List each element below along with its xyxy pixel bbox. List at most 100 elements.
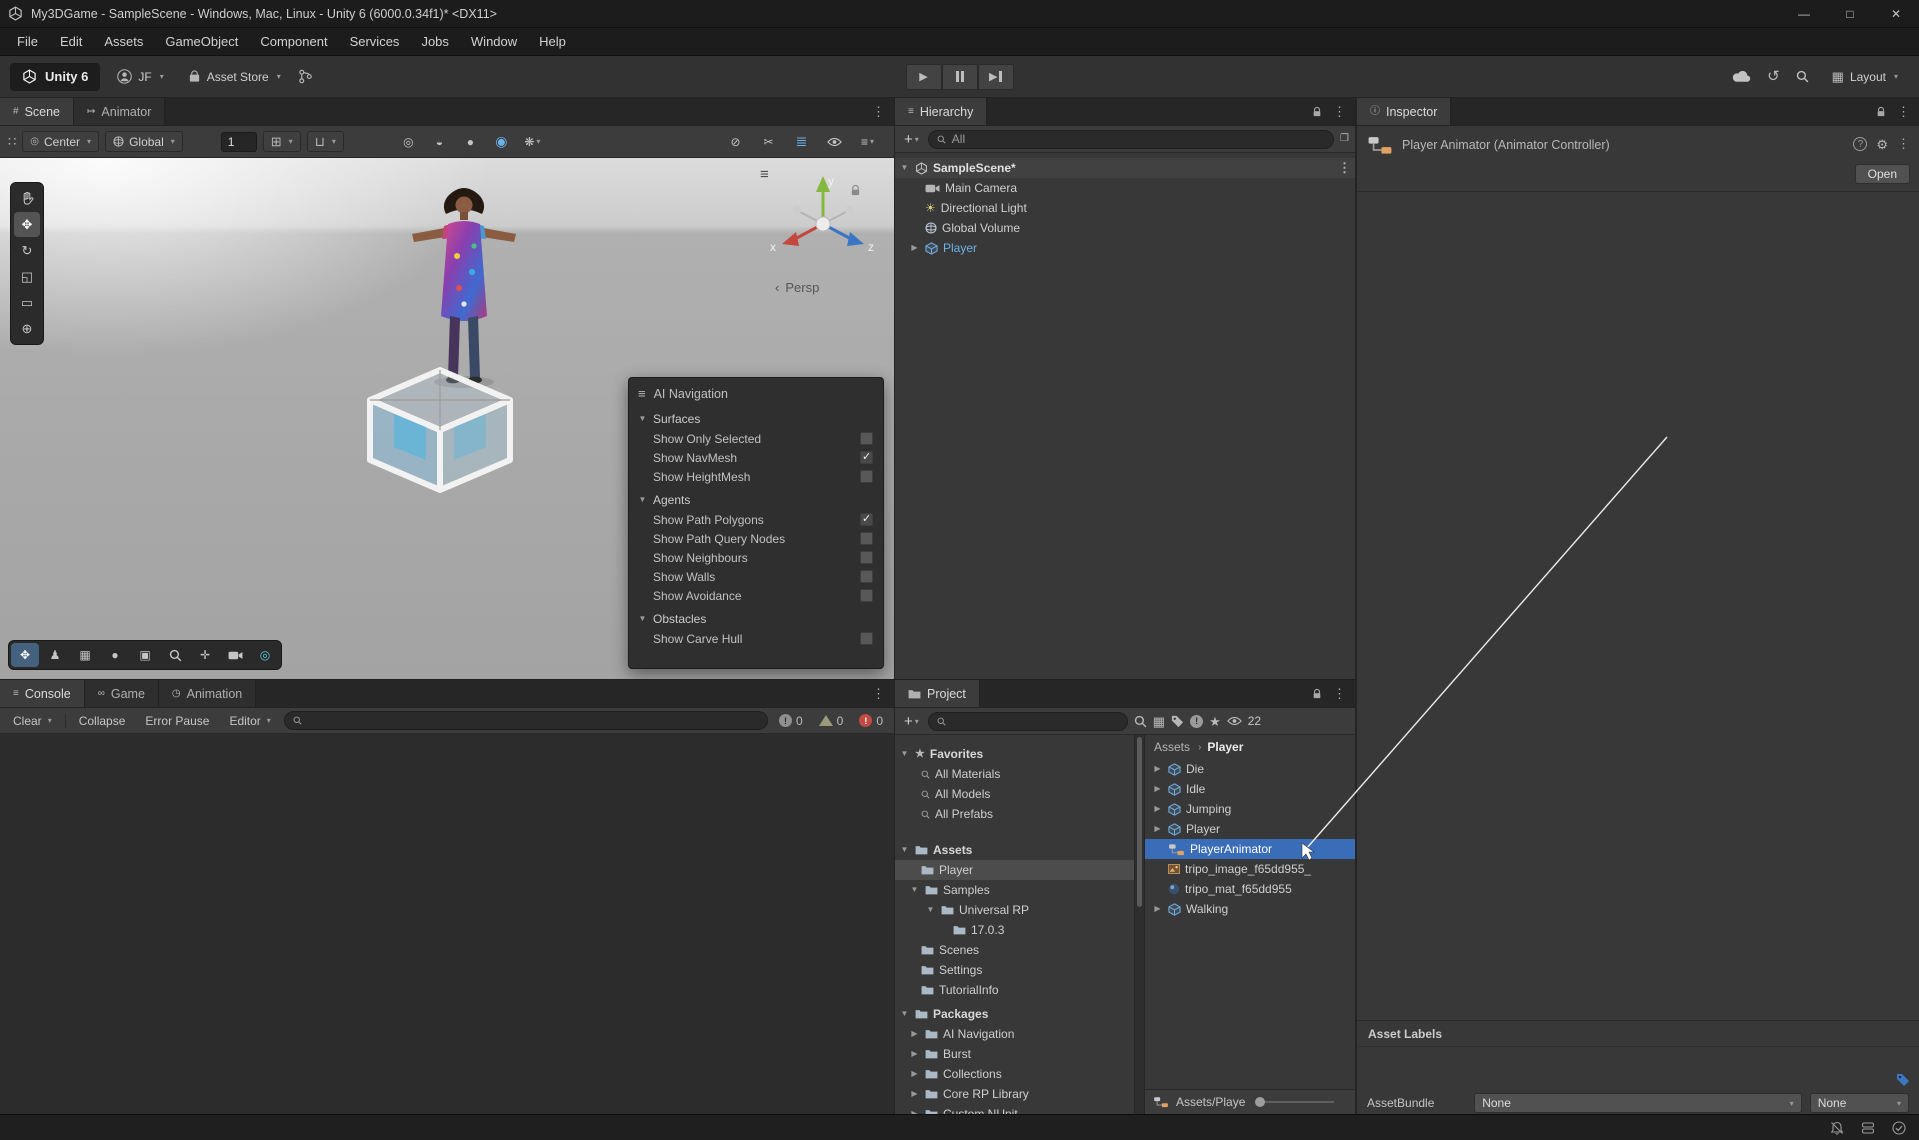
asset-row-walking[interactable]: ▶ Walking — [1145, 899, 1355, 919]
layout-dropdown[interactable]: ▦ Layout ▾ — [1825, 64, 1905, 90]
kebab-icon[interactable]: ⋮ — [872, 104, 885, 120]
asset-row-player[interactable]: ▶ Player — [1145, 819, 1355, 839]
overlay-header[interactable]: ≡ AI Navigation — [629, 382, 883, 405]
lock-icon[interactable] — [1312, 688, 1322, 700]
2d-mode-icon[interactable]: ● — [458, 131, 483, 152]
drag-handle-icon[interactable]: ≡ — [638, 387, 646, 400]
error-count-badge[interactable]: 0 — [854, 714, 888, 728]
menu-component[interactable]: Component — [249, 28, 338, 55]
foldout-icon[interactable] — [899, 164, 910, 172]
checkbox[interactable] — [860, 432, 873, 445]
audio-mute-icon[interactable]: ⊘ — [723, 131, 748, 152]
assetbundle-variant-dropdown[interactable]: None ▾ — [1809, 1093, 1910, 1113]
shading-mode-icon[interactable]: ◒ — [427, 131, 452, 152]
favorite-all-materials[interactable]: All Materials — [895, 764, 1134, 784]
checkbox[interactable] — [860, 450, 873, 464]
console-log-area[interactable] — [0, 734, 894, 1114]
menu-assets[interactable]: Assets — [93, 28, 154, 55]
asset-labels-header[interactable]: Asset Labels — [1357, 1021, 1919, 1047]
close-button[interactable]: ✕ — [1873, 0, 1919, 27]
package-ai-navigation[interactable]: AI Navigation — [895, 1024, 1134, 1044]
asset-row-idle[interactable]: ▶ Idle — [1145, 779, 1355, 799]
checkbox[interactable] — [860, 551, 873, 564]
asset-row-die[interactable]: ▶ Die — [1145, 759, 1355, 779]
menu-file[interactable]: File — [6, 28, 49, 55]
minimize-button[interactable]: — — [1781, 0, 1827, 27]
snap-settings-dropdown[interactable]: ⊔ ▾ — [306, 131, 344, 152]
kebab-icon[interactable]: ⋮ — [1897, 136, 1910, 152]
checkbox[interactable] — [860, 570, 873, 583]
folder-samples[interactable]: Samples — [895, 880, 1134, 900]
foldout-icon[interactable]: ▶ — [1152, 805, 1163, 813]
hierarchy-item-main-camera[interactable]: Main Camera — [895, 178, 1355, 198]
foldout-icon[interactable]: ▶ — [1152, 905, 1163, 913]
voxel-tool-button[interactable]: ▣ — [131, 643, 159, 667]
project-tree-scrollbar[interactable] — [1134, 735, 1145, 1114]
menu-edit[interactable]: Edit — [49, 28, 93, 55]
account-dropdown[interactable]: JF ▾ — [110, 64, 170, 90]
assets-root-row[interactable]: Assets — [895, 840, 1134, 860]
scale-tool-button[interactable]: ◱ — [14, 264, 40, 289]
presets-icon[interactable]: ⚙ — [1876, 138, 1888, 151]
lighting-toggle-icon[interactable]: ◉ — [489, 131, 514, 152]
clear-dropdown[interactable]: Clear ▾ — [6, 711, 59, 731]
foldout-icon[interactable] — [909, 886, 920, 894]
menu-help[interactable]: Help — [528, 28, 577, 55]
maximize-button[interactable]: □ — [1827, 0, 1873, 27]
pivot-mode-dropdown[interactable]: ◎ Center ▾ — [22, 131, 100, 152]
assetbundle-dropdown[interactable]: None ▾ — [1474, 1093, 1802, 1113]
layers-visibility-icon[interactable]: ≣ — [789, 131, 814, 152]
scene-options-icon[interactable]: ⋮ — [1338, 160, 1351, 176]
orientation-gizmo[interactable]: y x z — [766, 172, 878, 274]
snap-tool-button[interactable]: ✛ — [191, 643, 219, 667]
info-count-badge[interactable]: 0 — [774, 714, 808, 728]
breadcrumb-root[interactable]: Assets — [1154, 740, 1190, 754]
tab-console[interactable]: ≡ Console — [0, 680, 85, 707]
folder-universal-rp[interactable]: Universal RP — [895, 900, 1134, 920]
folder-tutorialinfo[interactable]: TutorialInfo — [895, 980, 1134, 1000]
overlay-menu-icon[interactable]: ≡ — [760, 166, 769, 183]
foldout-icon[interactable] — [909, 244, 920, 252]
help-icon[interactable] — [1853, 137, 1868, 151]
tab-animator[interactable]: ↦ Animator — [74, 98, 166, 125]
open-button[interactable]: Open — [1854, 164, 1910, 184]
foldout-icon[interactable] — [899, 750, 910, 758]
pause-button[interactable] — [941, 63, 978, 90]
cut-overlay-icon[interactable]: ✂ — [756, 131, 781, 152]
foldout-icon[interactable]: ▶ — [1152, 825, 1163, 833]
rect-tool-button[interactable]: ▭ — [14, 290, 40, 315]
version-control-icon[interactable] — [298, 69, 313, 84]
orientation-dropdown[interactable]: Global ▾ — [105, 131, 183, 152]
transform-tool-button[interactable]: ⊕ — [14, 316, 40, 341]
lock-icon[interactable] — [1312, 106, 1322, 118]
packages-root-row[interactable]: Packages — [895, 1004, 1134, 1024]
folder-player[interactable]: Player — [895, 860, 1134, 880]
package-core-rp-library[interactable]: Core RP Library — [895, 1084, 1134, 1104]
effects-dropdown[interactable]: ❋ ▾ — [520, 131, 545, 152]
scene-viewport[interactable]: ✥ ↻ ◱ ▭ ⊕ y x z ≡ ‹ Persp ≡ AI Navigatio… — [0, 158, 894, 679]
thumbnail-zoom-slider[interactable] — [1255, 1097, 1335, 1107]
project-search-input[interactable] — [927, 711, 1128, 731]
menu-gameobject[interactable]: GameObject — [154, 28, 249, 55]
package-collections[interactable]: Collections — [895, 1064, 1134, 1084]
checkbox[interactable] — [860, 532, 873, 545]
hierarchy-item-global-volume[interactable]: Global Volume — [895, 218, 1355, 238]
move-tool-button[interactable]: ✥ — [14, 212, 40, 237]
package-custom-nunit[interactable]: Custom NUnit — [895, 1104, 1134, 1114]
play-button[interactable]: ▶ — [905, 63, 942, 90]
error-pause-button[interactable]: Error Pause — [138, 711, 216, 731]
foldout-icon[interactable]: ▶ — [1152, 785, 1163, 793]
foldout-icon[interactable] — [637, 415, 648, 423]
label-tag-icon[interactable] — [1896, 1073, 1910, 1087]
projection-label[interactable]: ‹ Persp — [775, 280, 875, 295]
sphere-tool-button[interactable]: ● — [101, 643, 129, 667]
foldout-icon[interactable] — [925, 906, 936, 914]
menu-window[interactable]: Window — [460, 28, 528, 55]
foldout-icon[interactable] — [637, 615, 648, 623]
foldout-icon[interactable] — [909, 1090, 920, 1098]
package-burst[interactable]: Burst — [895, 1044, 1134, 1064]
tab-game[interactable]: ∞ Game — [84, 680, 159, 707]
hierarchy-item-directional-light[interactable]: ☀ Directional Light — [895, 198, 1355, 218]
collapse-button[interactable]: Collapse — [72, 711, 133, 731]
favorites-header[interactable]: ★Favorites — [895, 744, 1134, 764]
